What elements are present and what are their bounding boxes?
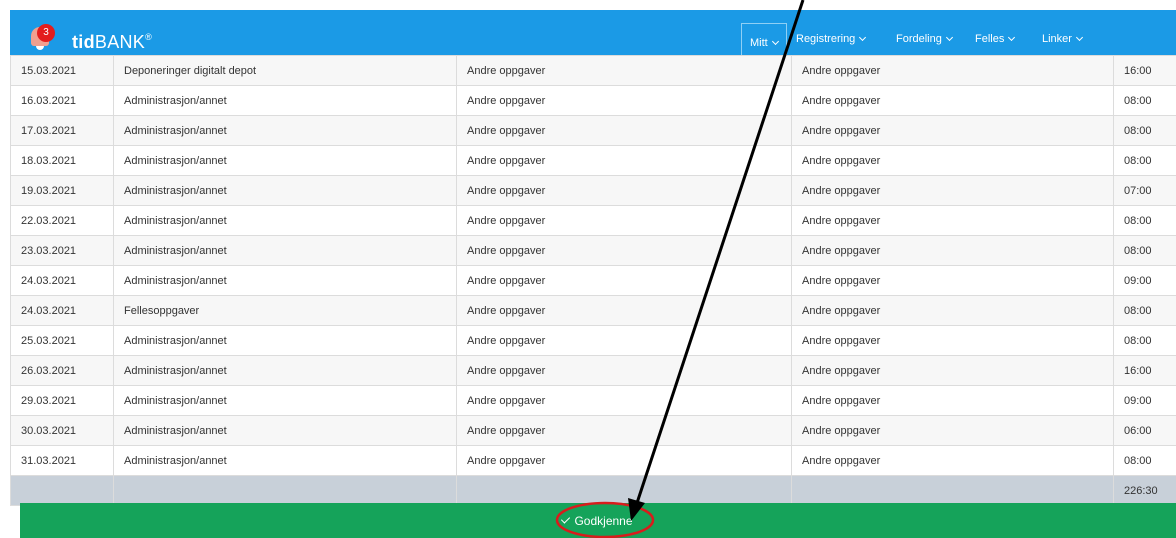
annotation-arrow-shaft	[634, 0, 805, 507]
annotation-overlay	[555, 0, 805, 538]
